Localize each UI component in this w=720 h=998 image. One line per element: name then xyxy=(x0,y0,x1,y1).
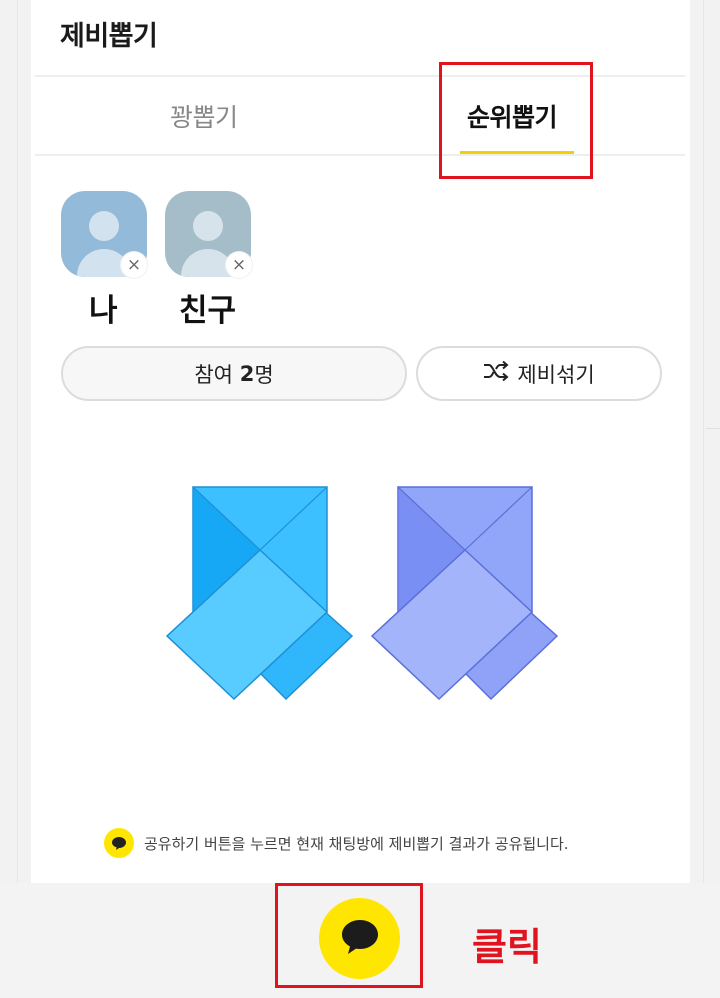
participant-name: 친구 xyxy=(179,293,237,329)
participant-name: 나 xyxy=(89,293,118,329)
divider xyxy=(703,0,704,883)
participants-count: 2 xyxy=(239,361,255,386)
tab-lose-draw[interactable]: 꽝뽑기 xyxy=(170,98,238,134)
shuffle-label: 제비섞기 xyxy=(517,362,595,387)
person-icon xyxy=(89,211,119,241)
person-icon xyxy=(193,211,223,241)
highlight-box-share xyxy=(275,883,423,988)
page-title: 제비뽑기 xyxy=(60,21,158,52)
highlight-box-tab xyxy=(439,62,593,179)
ticket-blue[interactable] xyxy=(160,480,360,705)
share-notice: 공유하기 버튼을 누르면 현재 채팅방에 제비뽑기 결과가 공유됩니다. xyxy=(104,828,569,858)
click-annotation: 클릭 xyxy=(472,925,542,969)
divider xyxy=(706,428,720,429)
divider xyxy=(17,0,18,883)
participants-label: 참여 xyxy=(194,362,240,387)
ticket-purple[interactable] xyxy=(365,480,565,705)
chat-bubble-icon xyxy=(104,828,134,858)
shuffle-icon xyxy=(483,360,509,387)
close-icon[interactable]: × xyxy=(121,252,147,278)
participants-unit: 명 xyxy=(254,362,274,387)
close-icon[interactable]: × xyxy=(226,252,252,278)
participants-count-button[interactable]: 참여 2명 xyxy=(61,346,407,401)
share-notice-text: 공유하기 버튼을 누르면 현재 채팅방에 제비뽑기 결과가 공유됩니다. xyxy=(144,834,569,853)
shuffle-button[interactable]: 제비섞기 xyxy=(416,346,662,401)
